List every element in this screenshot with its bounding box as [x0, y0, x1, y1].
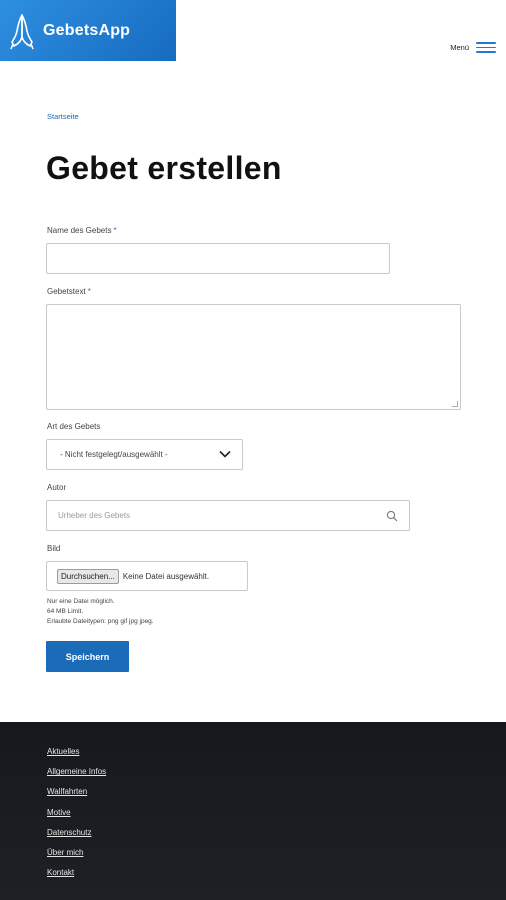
required-mark: * [87, 287, 91, 296]
app-name: GebetsApp [43, 21, 131, 39]
help-line: 64 MB Limit. [47, 608, 84, 615]
site-footer: Aktuelles Allgemeine Infos Wallfahrten M… [0, 722, 506, 900]
save-button[interactable]: Speichern [46, 641, 129, 672]
footer-link-motive[interactable]: Motive [47, 808, 106, 828]
browse-button[interactable]: Durchsuchen... [57, 568, 119, 584]
author-placeholder: Urheber des Gebets [58, 511, 131, 520]
footer-link-allgemeine-infos[interactable]: Allgemeine Infos [47, 767, 106, 787]
search-icon [386, 510, 398, 522]
prayer-text-textarea[interactable] [46, 304, 461, 410]
author-autocomplete-input[interactable]: Urheber des Gebets [46, 500, 410, 531]
help-line: Erlaubte Dateitypen: png gif jpg jpeg. [47, 618, 154, 625]
breadcrumb-home-link[interactable]: Startseite [47, 112, 79, 121]
footer-link-wallfahrten[interactable]: Wallfahrten [47, 787, 106, 807]
chevron-down-icon [219, 450, 231, 458]
name-label-text: Name des Gebets [47, 226, 112, 235]
select-value: - Nicht festgelegt/ausgewählt - [60, 450, 168, 459]
prayer-name-input[interactable] [46, 243, 390, 274]
praying-hands-icon [10, 13, 34, 49]
menu-label: Menü [450, 43, 469, 52]
footer-link-datenschutz[interactable]: Datenschutz [47, 828, 106, 848]
image-field-label: Bild [47, 544, 61, 553]
prayer-type-select[interactable]: - Nicht festgelegt/ausgewählt - [46, 439, 243, 470]
upload-help-text: Nur eine Datei möglich. 64 MB Limit. Erl… [47, 597, 154, 627]
site-logo[interactable]: GebetsApp [0, 0, 176, 61]
author-field-label: Autor [47, 483, 67, 492]
text-field-label: Gebetstext * [47, 287, 91, 296]
name-field-label: Name des Gebets * [47, 226, 117, 235]
site-header: GebetsApp Menü [0, 0, 506, 62]
resize-handle[interactable] [452, 401, 458, 407]
footer-link-aktuelles[interactable]: Aktuelles [47, 747, 106, 767]
hamburger-icon [476, 42, 496, 53]
footer-nav: Aktuelles Allgemeine Infos Wallfahrten M… [47, 747, 106, 888]
image-file-input[interactable]: Durchsuchen... Keine Datei ausgewählt. [46, 561, 248, 591]
footer-link-kontakt[interactable]: Kontakt [47, 868, 106, 888]
menu-button[interactable]: Menü [450, 42, 496, 53]
footer-link-ueber-mich[interactable]: Über mich [47, 848, 106, 868]
file-status: Keine Datei ausgewählt. [122, 571, 210, 581]
page-title: Gebet erstellen [46, 150, 282, 186]
text-label-text: Gebetstext [47, 287, 86, 296]
help-line: Nur eine Datei möglich. [47, 598, 115, 605]
required-mark: * [113, 226, 117, 235]
type-field-label: Art des Gebets [47, 422, 101, 431]
